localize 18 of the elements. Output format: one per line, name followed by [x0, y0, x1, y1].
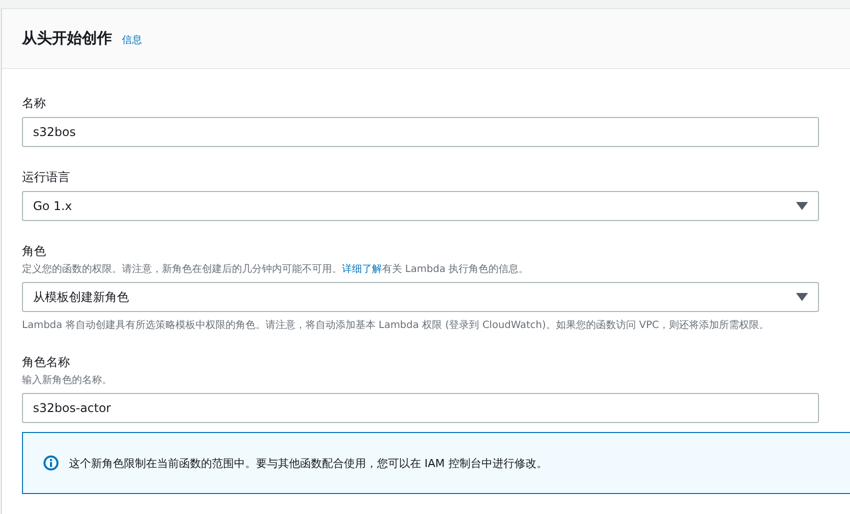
field-label: 角色	[22, 243, 47, 260]
field-label: 角色名称	[22, 354, 71, 371]
alert-message: 这个新角色限制在当前函数的范围中。要与其他函数配合使用，您可以在 IAM 控制台中进行修改。	[69, 456, 548, 470]
info-icon	[43, 455, 59, 471]
field-description: 输入新角色的名称。	[22, 374, 113, 387]
info-link[interactable]: 信息	[122, 32, 142, 46]
text-input[interactable]: s32bos-actor	[22, 393, 819, 423]
help-text: Lambda 将自动创建具有所选策略模板中权限的角色。请注意，将自动添加基本 Lambda 权限 (登录到 CloudWatch)。如果您的函数访问 VPC，则还将添加所需权限。	[22, 318, 770, 332]
caret-icon	[796, 202, 808, 210]
field-description: 定义您的函数的权限。请注意，新角色在创建后的几分钟内可能不可用。详细了解有关 Lambda 执行角色的信息。	[22, 262, 530, 276]
caret-icon	[796, 293, 808, 301]
learn-more-link[interactable]: 详细了解	[342, 264, 382, 275]
field-label: 运行语言	[22, 169, 71, 186]
panel-title: 从头开始创作	[22, 29, 112, 48]
dropdown-select[interactable]: Go 1.x	[22, 191, 819, 221]
field-label: 名称	[22, 95, 47, 112]
text-input[interactable]: s32bos	[22, 117, 819, 147]
dropdown-select[interactable]: 从模板创建新角色	[22, 282, 819, 312]
